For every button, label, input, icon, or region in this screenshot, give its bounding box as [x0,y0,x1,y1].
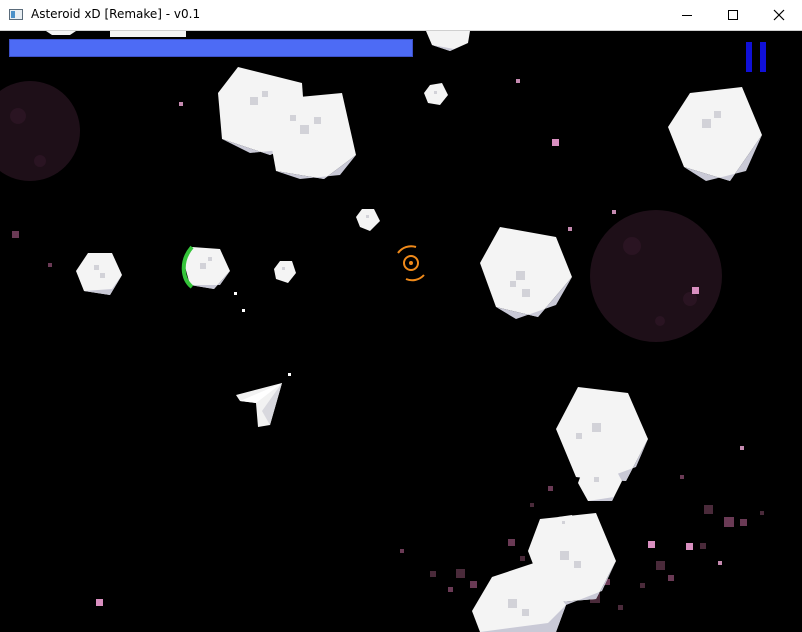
pause-icon [760,42,766,72]
asteroid-large [268,93,356,179]
player-ship [236,383,282,427]
close-button[interactable] [756,0,802,30]
asteroid-medium [181,245,230,289]
maximize-button[interactable] [710,0,756,30]
asteroid-small [46,31,186,37]
asteroid-small [426,31,470,51]
asteroid-large [480,227,572,319]
pause-icon [746,42,752,72]
targeting-reticle-icon [397,245,425,282]
game-canvas[interactable] [0,31,802,632]
asteroid-small [356,209,380,231]
minimize-icon [682,15,692,16]
asteroid-large [668,87,762,181]
asteroid-medium [76,253,122,295]
health-bar-fill [10,40,412,56]
planet-right [590,210,722,342]
app-window-icon [9,9,23,20]
close-icon [773,9,785,21]
maximize-icon [728,10,738,20]
pause-button[interactable] [746,42,766,72]
window-titlebar[interactable]: Asteroid xD [Remake] - v0.1 [0,0,802,31]
game-scene [0,31,764,632]
minimize-button[interactable] [664,0,710,30]
asteroid-small [424,83,448,105]
window-title: Asteroid xD [Remake] - v0.1 [31,7,201,21]
asteroid-small [274,261,296,283]
bullets [234,292,291,376]
debris-field [12,79,764,610]
player-health-bar [9,39,413,57]
planet-left [0,81,80,181]
